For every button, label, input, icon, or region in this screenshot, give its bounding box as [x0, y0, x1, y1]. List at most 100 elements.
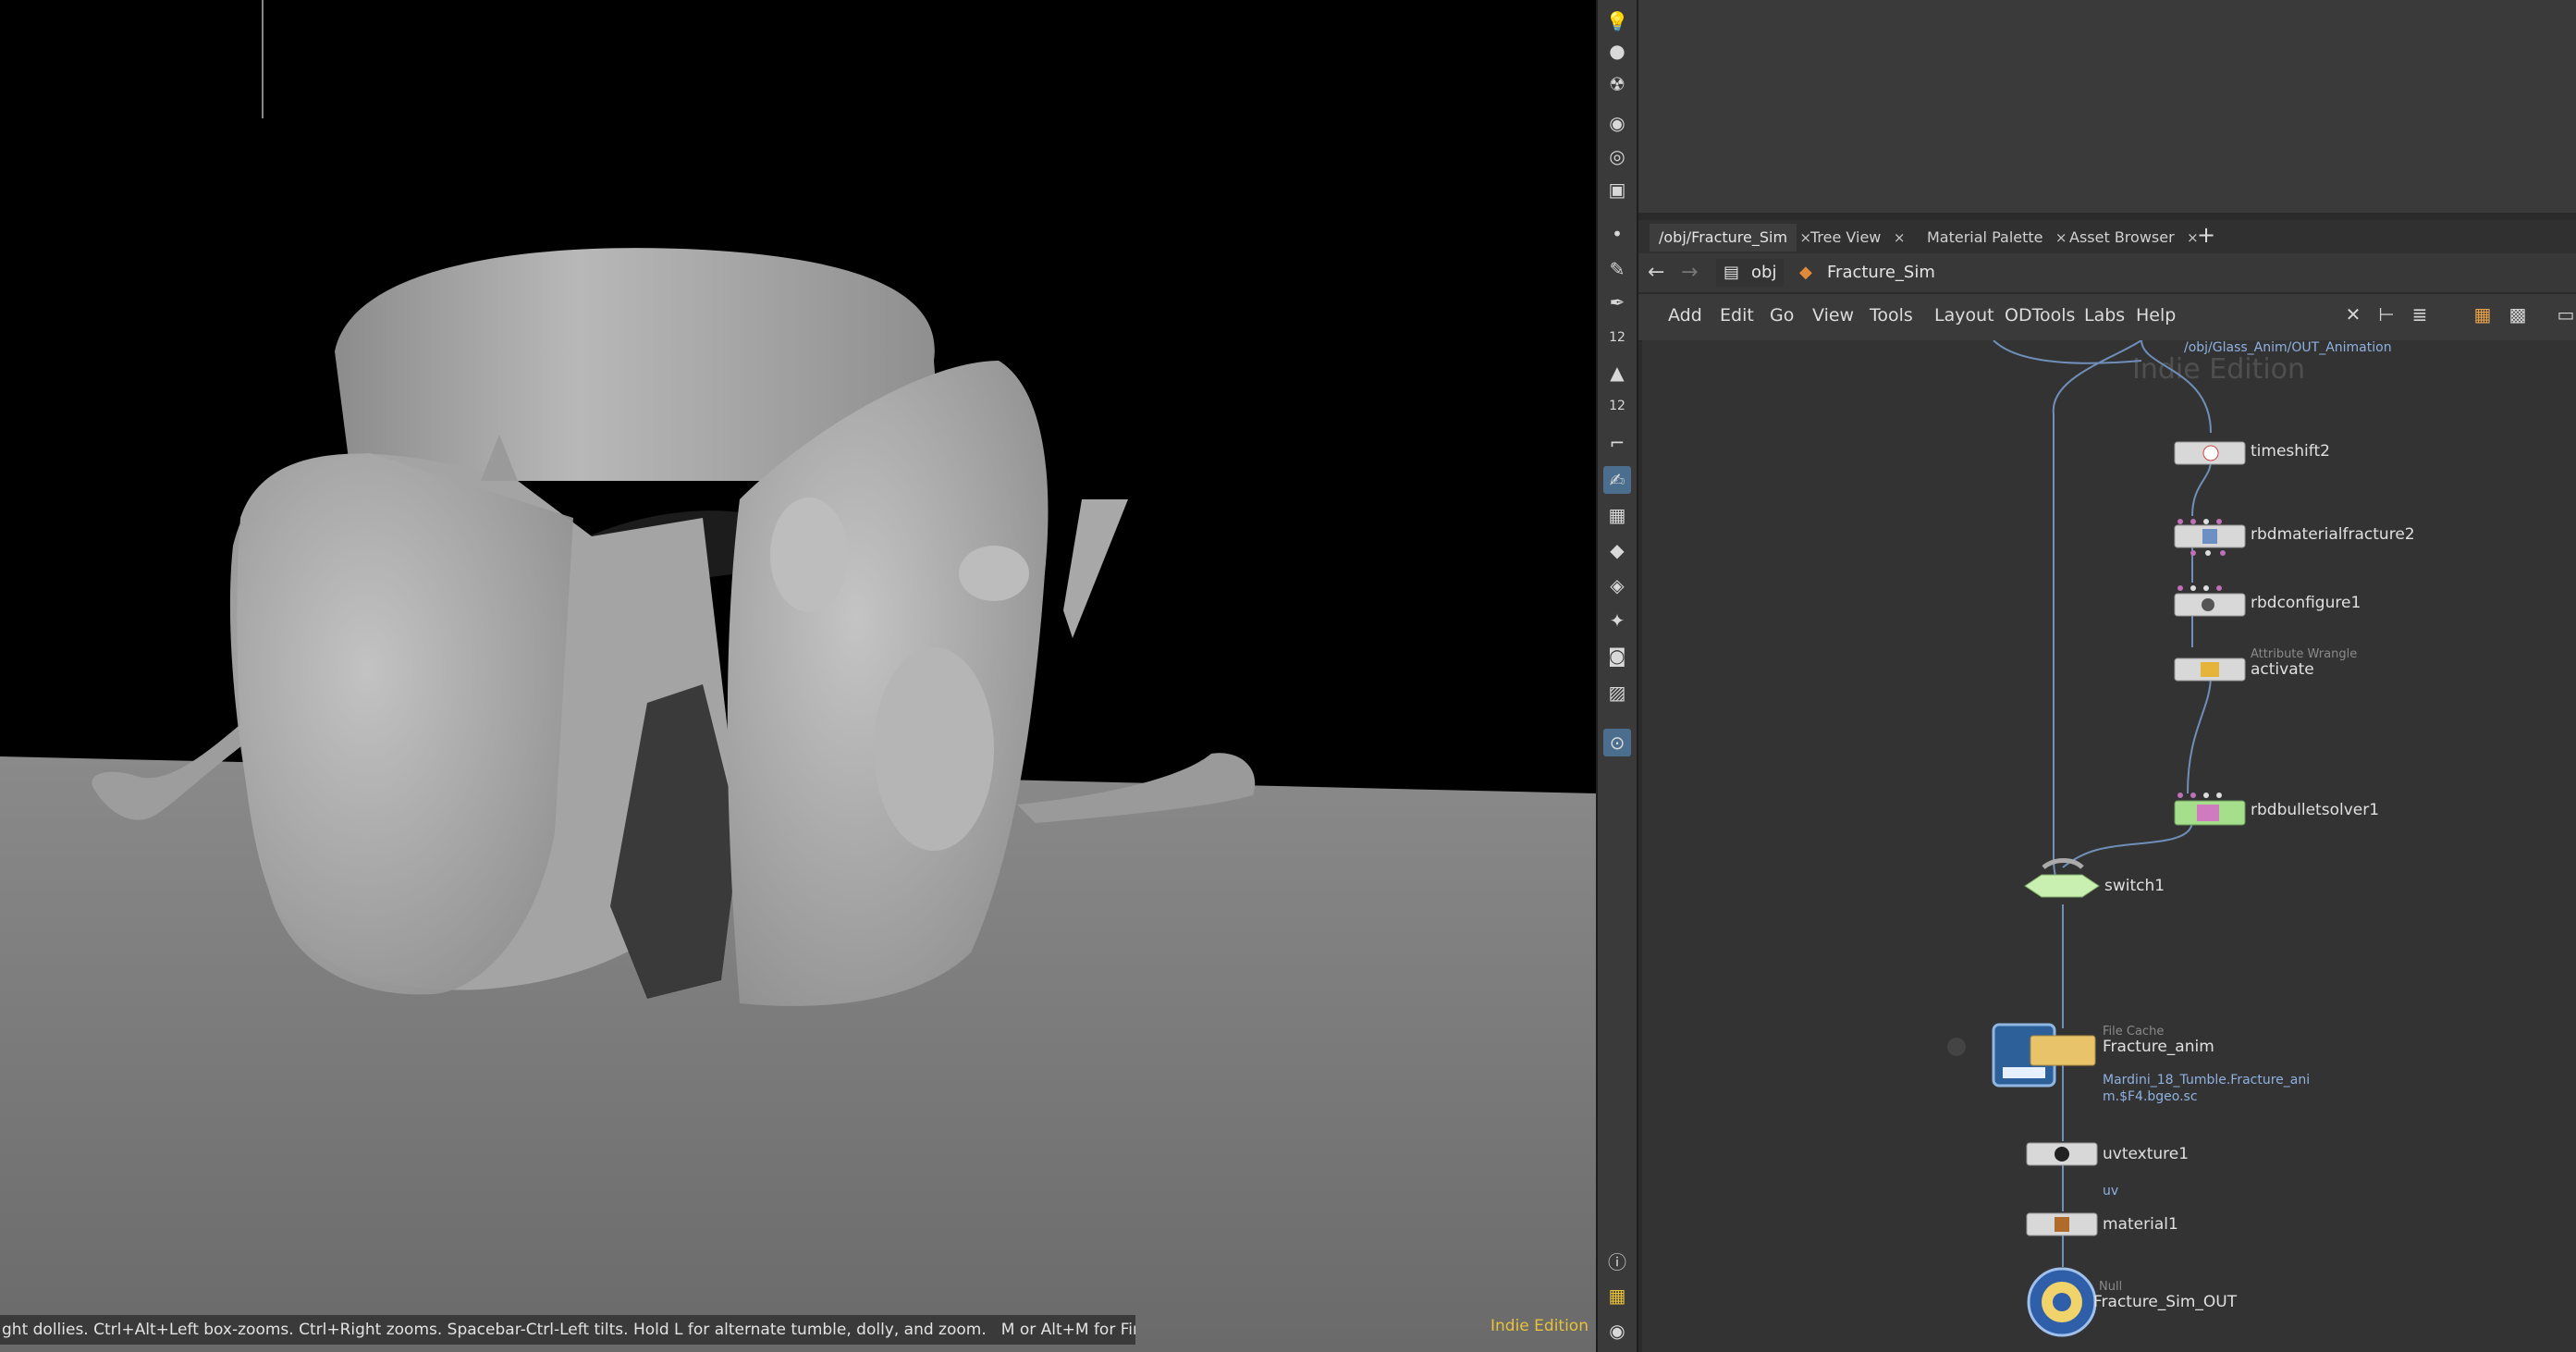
tab-label: Asset Browser	[2069, 228, 2175, 246]
eye-icon[interactable]: ◉	[1603, 1317, 1631, 1345]
node-rbdbulletsolver1	[2174, 793, 2246, 826]
menu-help[interactable]: Help	[2136, 305, 2176, 326]
add-tab-button[interactable]: +	[2197, 222, 2215, 248]
tool-shelf: 💡 ● ☢ ◉ ◎ ▣ • ✎ ✒ 12 ▲ 12 ⌐ ✍ ▦ ◆ ◈ ✦ ◙ …	[1596, 0, 1638, 1352]
thumbnail-view-icon[interactable]: ▩	[2506, 303, 2530, 327]
breadcrumb-obj[interactable]: ▤ obj	[1716, 259, 1785, 287]
light-icon[interactable]: 💡	[1603, 7, 1631, 35]
node-label-material1[interactable]: material1	[2103, 1215, 2178, 1234]
node-label-rbdbulletsolver1[interactable]: rbdbulletsolver1	[2251, 801, 2379, 819]
geo-node-icon: ◆	[1799, 263, 1812, 282]
node-rbdmaterialfracture2	[2174, 519, 2246, 556]
node-uvtexture1	[2026, 1142, 2098, 1166]
tab-tree-view[interactable]: Tree View ×	[1801, 224, 1905, 252]
node-label-fracture-anim[interactable]: Fracture_anim	[2103, 1038, 2214, 1056]
breadcrumb-label: obj	[1751, 263, 1777, 282]
filecache-path-line1: Mardini_18_Tumble.Fracture_ani	[2103, 1073, 2311, 1088]
node-label-timeshift2[interactable]: timeshift2	[2251, 442, 2330, 461]
tab-label: /obj/Fracture_Sim	[1659, 228, 1788, 246]
shard-left	[229, 453, 573, 995]
path-bar: ← → ▤ obj ◆ Fracture_Sim	[1638, 253, 2576, 292]
node-switch1	[2024, 858, 2100, 898]
pin-icon[interactable]: ⊙	[1603, 729, 1631, 756]
number-12b-icon[interactable]: 12	[1603, 392, 1631, 420]
navigation-hint: ght dollies. Ctrl+Alt+Left box-zooms. Ct…	[2, 1321, 987, 1339]
node-label-rbdconfigure1[interactable]: rbdconfigure1	[2251, 594, 2361, 612]
info-icon[interactable]: ⓘ	[1603, 1247, 1631, 1274]
dot-icon[interactable]: •	[1603, 220, 1631, 248]
first-person-hint: M or Alt+M for First Person Navigation.	[1000, 1321, 1135, 1339]
node-label-rbdmaterialfracture2[interactable]: rbdmaterialfracture2	[2251, 525, 2415, 544]
node-label-switch1[interactable]: switch1	[2104, 877, 2165, 895]
eye-bump-left	[770, 498, 848, 612]
transform-icon[interactable]: ◆	[1603, 536, 1631, 564]
obj-network-icon: ▤	[1723, 263, 1740, 282]
snapshot-icon[interactable]: ▨	[1603, 679, 1631, 707]
menu-edit[interactable]: Edit	[1720, 305, 1754, 326]
number-12-icon[interactable]: 12	[1603, 324, 1631, 351]
grid-view-icon[interactable]: ▦	[2471, 303, 2495, 327]
camera-icon[interactable]: ◉	[1603, 109, 1631, 137]
tab-material-palette[interactable]: Material Palette ×	[1918, 224, 2067, 252]
empty-pane	[1638, 0, 2576, 218]
node-rbdconfigure1	[2174, 585, 2246, 617]
point-light-icon[interactable]: ●	[1603, 37, 1631, 65]
flipbook-camera-icon[interactable]: ▣	[1603, 176, 1631, 203]
pen-icon[interactable]: ✒	[1603, 289, 1631, 316]
shard-piece-1	[1063, 499, 1128, 638]
node-fracture-anim	[1947, 1023, 2096, 1088]
tools-icon[interactable]: ✕	[2341, 303, 2365, 327]
node-label-uvtexture1[interactable]: uvtexture1	[2103, 1145, 2189, 1163]
viewport-status-bar: ght dollies. Ctrl+Alt+Left box-zooms. Ct…	[0, 1315, 1135, 1345]
brush-icon[interactable]: ✎	[1603, 255, 1631, 283]
wire-solver-to-switch	[2062, 820, 2193, 868]
eye-bump-right	[959, 546, 1029, 601]
menu-odtools[interactable]: ODTools	[2005, 305, 2075, 326]
gem-icon[interactable]: ◈	[1603, 572, 1631, 599]
tab-asset-browser[interactable]: Asset Browser ×	[2060, 224, 2199, 252]
list-icon[interactable]: ≣	[2408, 303, 2432, 327]
node-type-filecache: File Cache	[2103, 1025, 2165, 1039]
select-pose-icon[interactable]: ✍	[1603, 466, 1631, 494]
object-merge-path[interactable]: /obj/Glass_Anim/OUT_Animation	[2184, 340, 2392, 355]
scene-viewport[interactable]: ght dollies. Ctrl+Alt+Left box-zooms. Ct…	[0, 0, 1596, 1352]
forward-arrow-icon[interactable]: →	[1681, 261, 1698, 284]
node-type-null: Null	[2099, 1280, 2123, 1294]
node-label-activate[interactable]: activate	[2251, 660, 2314, 679]
filecache-path-line2: m.$F4.bgeo.sc	[2103, 1089, 2198, 1104]
pane-options-icon[interactable]: ▭	[2554, 303, 2576, 327]
node-type-wrangle: Attribute Wrangle	[2251, 647, 2358, 661]
render-icon[interactable]: ◙	[1603, 642, 1631, 670]
checker-icon[interactable]: ▦	[1603, 501, 1631, 529]
network-wires	[1947, 340, 2246, 1337]
node-fracture-sim-out	[2027, 1267, 2097, 1337]
node-activate	[2174, 658, 2246, 682]
measure-icon[interactable]: ✦	[1603, 607, 1631, 634]
tab-fracture-sim[interactable]: /obj/Fracture_Sim ×	[1650, 224, 1811, 252]
wire-import-to-switch	[2052, 340, 2142, 891]
tab-label: Tree View	[1810, 228, 1882, 246]
node-label-fracture-sim-out[interactable]: Fracture_Sim_OUT	[2093, 1293, 2237, 1311]
menu-view[interactable]: View	[1812, 305, 1854, 326]
menu-labs[interactable]: Labs	[2084, 305, 2125, 326]
menu-go[interactable]: Go	[1770, 305, 1794, 326]
view-camera-icon[interactable]: ◎	[1603, 142, 1631, 170]
back-arrow-icon[interactable]: ←	[1648, 261, 1664, 284]
spot-light-icon[interactable]: ☢	[1603, 70, 1631, 98]
breadcrumb-label: Fracture_Sim	[1827, 263, 1935, 282]
grid-icon[interactable]: ▦	[1603, 1282, 1631, 1309]
curve-icon[interactable]: ⌐	[1603, 429, 1631, 457]
menu-layout[interactable]: Layout	[1934, 305, 1994, 326]
network-editor[interactable]: Indie Edition /obj/Glass_Anim/OUT_Animat…	[1642, 340, 2576, 1352]
pane-divider[interactable]	[1638, 213, 2576, 220]
breadcrumb-fracture-sim[interactable]: ◆ Fracture_Sim	[1792, 259, 1943, 287]
node-material1	[2026, 1212, 2098, 1236]
menu-add[interactable]: Add	[1668, 305, 1702, 326]
tree-layout-icon[interactable]: ⊢	[2374, 303, 2398, 327]
network-tab-bar: /obj/Fracture_Sim × Tree View × Material P…	[1638, 220, 2576, 254]
cheek-bump	[874, 647, 994, 851]
menu-tools[interactable]: Tools	[1870, 305, 1913, 326]
paint-icon[interactable]: ▲	[1603, 359, 1631, 387]
wire-timeshift-to-fracture	[2191, 460, 2212, 517]
close-icon[interactable]: ×	[1894, 224, 1906, 252]
